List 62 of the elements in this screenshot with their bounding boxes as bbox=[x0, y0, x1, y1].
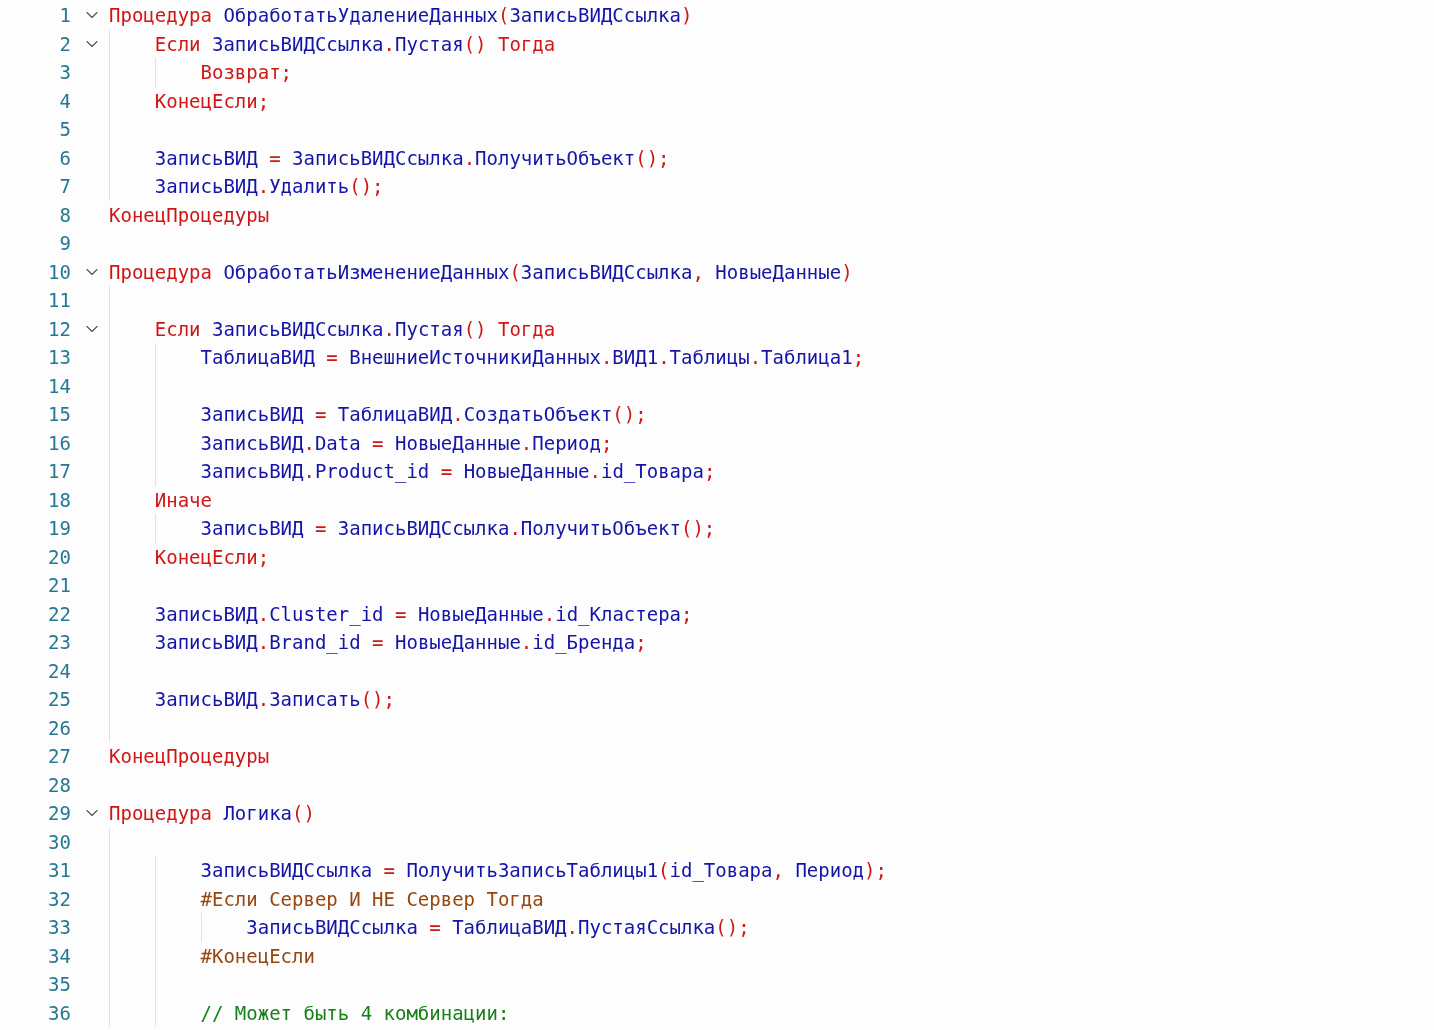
code-line: ЗаписьВИДСсылка = ТаблицаВИД.ПустаяСсылка(); bbox=[246, 915, 750, 940]
line-number: 29 bbox=[47, 801, 71, 826]
line-number: 17 bbox=[47, 459, 71, 484]
code-line: КонецПроцедуры bbox=[109, 202, 270, 228]
line-number: 36 bbox=[47, 1000, 71, 1026]
line-number: 34 bbox=[47, 943, 71, 969]
line-number: 30 bbox=[47, 829, 71, 855]
line-number: 1 bbox=[58, 3, 71, 28]
line-number: 14 bbox=[47, 373, 71, 399]
code-line: Процедура ОбработатьИзменениеДанных(ЗаписьВИДСсылка, НовыеДанные) bbox=[109, 259, 853, 285]
code-line: ЗаписьВИД.Data = НовыеДанные.Период; bbox=[200, 430, 613, 456]
line-number: 5 bbox=[58, 117, 71, 142]
code-line: ЗаписьВИД.Product_id = НовыеДанные.id_Товара; bbox=[200, 459, 716, 485]
line-number: 6 bbox=[58, 145, 71, 171]
code-line: Процедура ОбработатьУдалениеДанных(ЗаписьВИДСсылка) bbox=[109, 3, 693, 28]
line-number: 8 bbox=[58, 202, 71, 228]
line-number: 7 bbox=[58, 174, 71, 199]
line-number: 16 bbox=[47, 430, 71, 456]
line-number: 11 bbox=[47, 288, 71, 313]
line-number: 18 bbox=[47, 487, 71, 513]
code-line: ЗаписьВИД.Удалить(); bbox=[154, 174, 384, 199]
line-number: 24 bbox=[47, 658, 71, 684]
code-line: КонецЕсли; bbox=[154, 88, 270, 114]
line-number: 9 bbox=[58, 231, 71, 256]
line-number: 21 bbox=[47, 573, 71, 598]
line-number: 22 bbox=[47, 601, 71, 627]
line-number: 15 bbox=[47, 402, 71, 427]
line-number: 31 bbox=[47, 858, 71, 883]
line-number: 2 bbox=[58, 31, 71, 57]
line-number: 19 bbox=[47, 516, 71, 541]
line-number: 33 bbox=[47, 915, 71, 940]
line-number: 20 bbox=[47, 544, 71, 570]
code-line: Иначе bbox=[154, 487, 212, 513]
line-number: 23 bbox=[47, 630, 71, 655]
code-line: ТаблицаВИД = ВнешниеИсточникиДанных.ВИД1.Таблицы.Таблица1; bbox=[200, 345, 865, 370]
line-number: 13 bbox=[47, 345, 71, 370]
code-line: ЗаписьВИД = ТаблицаВИД.СоздатьОбъект(); bbox=[200, 402, 647, 427]
line-number: 28 bbox=[47, 772, 71, 798]
code-line: #КонецЕсли bbox=[200, 943, 315, 969]
code-line: #Если Сервер И НЕ Сервер Тогда bbox=[200, 886, 544, 912]
code-line: Если ЗаписьВИДСсылка.Пустая() Тогда bbox=[154, 316, 556, 342]
line-number: 35 bbox=[47, 972, 71, 997]
code-line: ЗаписьВИД.Brand_id = НовыеДанные.id_Бренда; bbox=[154, 630, 647, 656]
code-line: ЗаписьВИДСсылка = ПолучитьЗаписьТаблицы1(id_Товара, Период); bbox=[200, 858, 887, 884]
code-line: // Может быть 4 комбинации: bbox=[200, 1000, 510, 1026]
line-number: 25 bbox=[47, 687, 71, 712]
code-line: ЗаписьВИД = ЗаписьВИДСсылка.ПолучитьОбъект(); bbox=[154, 145, 670, 171]
code-line: КонецЕсли; bbox=[154, 544, 270, 570]
line-number: 26 bbox=[47, 715, 71, 741]
code-line: Процедура Логика() bbox=[109, 801, 315, 826]
code-line: ЗаписьВИД = ЗаписьВИДСсылка.ПолучитьОбъект(); bbox=[200, 516, 716, 541]
code-line: ЗаписьВИД.Cluster_id = НовыеДанные.id_Кластера; bbox=[154, 601, 693, 628]
code-line: Возврат; bbox=[200, 60, 293, 85]
line-number: 3 bbox=[58, 60, 71, 85]
line-number: 32 bbox=[47, 886, 71, 912]
code-line: ЗаписьВИД.Записать(); bbox=[154, 687, 395, 712]
line-number: 12 bbox=[47, 316, 71, 342]
line-number: 10 bbox=[47, 259, 71, 285]
line-number: 27 bbox=[47, 744, 71, 769]
code-line: КонецПроцедуры bbox=[109, 744, 270, 769]
line-number: 4 bbox=[58, 88, 71, 114]
code-line: Если ЗаписьВИДСсылка.Пустая() Тогда bbox=[154, 31, 556, 57]
